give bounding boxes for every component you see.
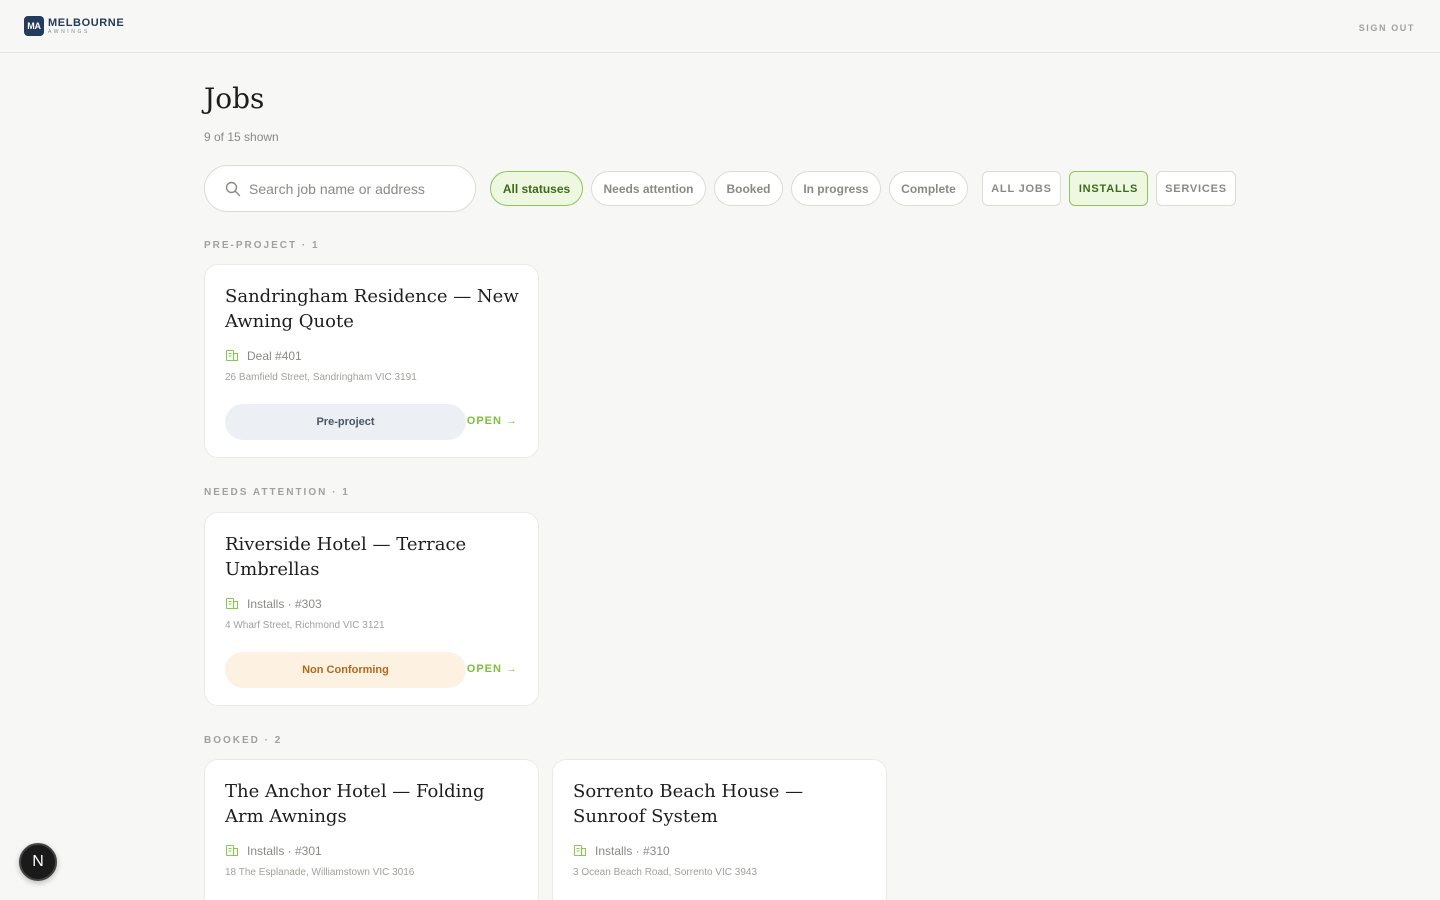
- job-reference: Installs · #303: [247, 597, 322, 611]
- status-badge: Pre-project: [225, 404, 466, 440]
- section-label-pre-project: PRE-PROJECT · 1: [204, 240, 320, 251]
- job-address: 4 Wharf Street, Richmond VIC 3121: [225, 620, 385, 631]
- search-icon: [225, 181, 241, 197]
- logo-badge: MA: [24, 16, 44, 36]
- filter-services[interactable]: SERVICES: [1156, 171, 1236, 206]
- job-address: 18 The Esplanade, Williamstown VIC 3016: [225, 867, 415, 878]
- job-address: 3 Ocean Beach Road, Sorrento VIC 3943: [573, 867, 758, 878]
- open-job-link[interactable]: OPEN →: [467, 663, 518, 675]
- page-title: Jobs: [204, 82, 265, 115]
- results-count: 9 of 15 shown: [204, 130, 279, 144]
- document-icon: [225, 597, 239, 610]
- filter-complete[interactable]: Complete: [889, 171, 968, 206]
- job-reference: Deal #401: [247, 349, 302, 363]
- document-icon: [225, 844, 239, 857]
- job-title: Sorrento Beach House — Sunroof System: [573, 781, 804, 827]
- job-card[interactable]: The Anchor Hotel — Folding Arm Awnings I…: [204, 759, 539, 900]
- job-reference: Installs · #310: [595, 844, 670, 858]
- job-card[interactable]: Sandringham Residence — New Awning Quote…: [204, 264, 539, 458]
- filter-in-progress[interactable]: In progress: [791, 171, 881, 206]
- logo[interactable]: MA MELBOURNE AWNINGS: [24, 16, 124, 36]
- filter-needs-attention[interactable]: Needs attention: [591, 171, 706, 206]
- job-card[interactable]: Riverside Hotel — Terrace Umbrellas Inst…: [204, 512, 539, 706]
- logo-text: MELBOURNE AWNINGS: [48, 16, 125, 35]
- filter-installs[interactable]: INSTALLS: [1069, 171, 1148, 206]
- section-label-needs-attention: NEEDS ATTENTION · 1: [204, 487, 350, 498]
- job-card[interactable]: Sorrento Beach House — Sunroof System In…: [552, 759, 887, 900]
- job-title: Sandringham Residence — New Awning Quote: [225, 286, 519, 332]
- top-bar: MA MELBOURNE AWNINGS SIGN OUT: [0, 0, 1440, 53]
- job-title: Riverside Hotel — Terrace Umbrellas: [225, 534, 467, 580]
- job-meta: Installs · #303: [225, 597, 322, 611]
- search-box[interactable]: [204, 165, 476, 212]
- job-reference: Installs · #301: [247, 844, 322, 858]
- open-job-link[interactable]: OPEN →: [467, 415, 518, 427]
- document-icon: [573, 844, 587, 857]
- document-icon: [225, 349, 239, 362]
- status-badge: Non Conforming: [225, 652, 466, 688]
- logo-name: MELBOURNE: [48, 16, 125, 29]
- job-meta: Deal #401: [225, 349, 302, 363]
- job-meta: Installs · #310: [573, 844, 670, 858]
- logo-subtitle: AWNINGS: [48, 28, 90, 35]
- filter-all-statuses[interactable]: All statuses: [490, 171, 583, 206]
- job-title: The Anchor Hotel — Folding Arm Awnings: [225, 781, 485, 827]
- search-input[interactable]: [249, 176, 464, 202]
- sign-out-link[interactable]: SIGN OUT: [1359, 23, 1415, 33]
- filter-all-jobs[interactable]: ALL JOBS: [982, 171, 1061, 206]
- job-address: 26 Bamfield Street, Sandringham VIC 3191: [225, 372, 417, 383]
- next-dev-button[interactable]: N: [19, 843, 57, 881]
- section-label-booked: BOOKED · 2: [204, 735, 283, 746]
- filter-booked[interactable]: Booked: [714, 171, 783, 206]
- job-meta: Installs · #301: [225, 844, 322, 858]
